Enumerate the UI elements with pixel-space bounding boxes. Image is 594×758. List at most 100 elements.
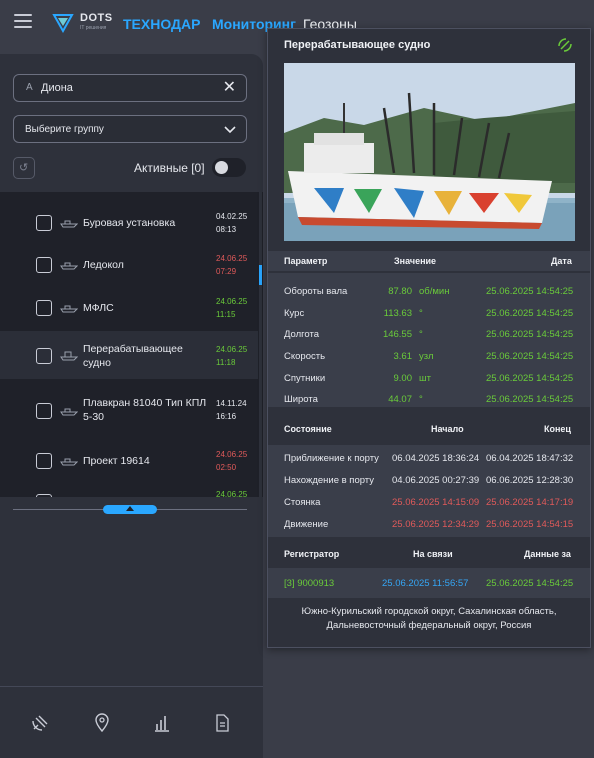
state-name: Движение xyxy=(284,519,329,530)
list-item[interactable]: Плавкран 81040 Тип КПЛ 5-30 14.11.24 16:… xyxy=(0,385,258,435)
param-unit: ° xyxy=(419,329,423,340)
active-toggle[interactable] xyxy=(212,158,246,177)
reg-header-online: На связи xyxy=(413,549,453,559)
state-name: Приближение к порту xyxy=(284,453,379,464)
state-end: 25.06.2025 14:54:15 xyxy=(486,519,574,530)
params-header-date: Дата xyxy=(551,256,572,266)
ship-icon xyxy=(60,408,78,416)
group-select-label: Выберите группу xyxy=(25,124,104,135)
item-date: 14.11.24 xyxy=(216,399,247,408)
param-date: 25.06.2025 14:54:25 xyxy=(486,373,574,384)
close-icon[interactable]: ✕ xyxy=(223,80,236,96)
param-name: Скорость xyxy=(284,351,326,362)
list-scrollbar[interactable] xyxy=(259,192,262,497)
param-name: Спутники xyxy=(284,373,326,384)
ship-icon xyxy=(60,220,78,228)
state-name: Нахождение в порту xyxy=(284,475,375,486)
reg-header-data: Данные за xyxy=(524,549,571,559)
item-checkbox[interactable] xyxy=(36,453,52,469)
bar-chart-icon[interactable] xyxy=(152,713,172,733)
item-name: Плавкран 81040 Тип КПЛ 5-30 xyxy=(83,397,207,423)
param-unit: узл xyxy=(419,351,434,362)
param-name: Курс xyxy=(284,308,305,319)
param-unit: шт xyxy=(419,373,431,384)
chevron-down-icon xyxy=(224,126,236,134)
item-checkbox[interactable] xyxy=(36,257,52,273)
reg-header-registrar: Регистратор xyxy=(284,549,340,559)
chevron-up-icon xyxy=(126,506,134,511)
param-name: Долгота xyxy=(284,329,320,340)
param-value: 87.80 xyxy=(388,286,412,297)
item-name: Проект 19614 xyxy=(83,455,150,467)
logo-icon xyxy=(52,14,74,33)
menu-icon[interactable] xyxy=(14,14,32,30)
item-date: 24.06.25 xyxy=(216,297,248,306)
state-end: 06.06.2025 12:28:30 xyxy=(486,475,574,486)
item-name: Буровая установка xyxy=(83,217,176,229)
item-time: 08:13 xyxy=(216,225,237,234)
item-time: 11:18 xyxy=(216,358,236,367)
group-select[interactable]: Выберите группу xyxy=(13,115,247,143)
item-date: 04.02.25 xyxy=(216,212,248,221)
param-name: Обороты вала xyxy=(284,286,348,297)
param-date: 25.06.2025 14:54:25 xyxy=(486,329,574,340)
state-header-start: Начало xyxy=(431,424,464,434)
param-unit: об/мин xyxy=(419,286,450,297)
state-name: Стоянка xyxy=(284,497,321,508)
param-value: 113.63 xyxy=(383,308,412,319)
state-start: 25.06.2025 12:34:29 xyxy=(392,519,480,530)
list-item[interactable]: Проект 19614 24.06.25 02:50 xyxy=(0,437,258,483)
item-checkbox[interactable] xyxy=(36,300,52,316)
logo-text: DOTS xyxy=(80,12,113,24)
satellite-icon[interactable] xyxy=(30,713,50,733)
item-checkbox[interactable] xyxy=(36,215,52,231)
item-date: 24.06.25 xyxy=(216,490,248,497)
param-date: 25.06.2025 14:54:25 xyxy=(486,286,574,297)
item-name: Перерабатывающее судно xyxy=(83,343,183,369)
sidebar-panel: A Диона ✕ Выберите группу ↺ Активные [0]… xyxy=(0,54,263,758)
object-address: Южно-Курильский городской округ, Сахалин… xyxy=(301,606,557,631)
undo-button[interactable]: ↺ xyxy=(13,157,35,179)
signal-icon xyxy=(558,38,572,52)
params-header-value: Значение xyxy=(394,256,437,266)
search-prefix-icon: A xyxy=(26,82,33,93)
item-time: 02:50 xyxy=(216,463,237,472)
collapse-handle[interactable] xyxy=(103,505,157,514)
item-checkbox[interactable] xyxy=(36,348,52,364)
item-time: 11:15 xyxy=(216,310,236,319)
active-filter-label: Активные [0] xyxy=(134,161,205,175)
item-name: МФЛС xyxy=(83,302,114,314)
ship-icon xyxy=(60,262,78,270)
param-date: 25.06.2025 14:54:25 xyxy=(486,351,574,362)
param-unit: ° xyxy=(419,394,423,405)
param-value: 9.00 xyxy=(393,373,413,384)
registrar-id[interactable]: [3] 9000913 xyxy=(284,578,334,589)
list-item-selected[interactable]: Перерабатывающее судно 24.06.25 11:18 xyxy=(0,331,258,379)
ship-icon xyxy=(60,458,78,466)
vessel-photo xyxy=(284,63,575,241)
state-start: 06.04.2025 18:36:24 xyxy=(392,453,480,464)
object-details-card: Перерабатывающее судно Параметр Значение… xyxy=(267,28,591,648)
state-start: 25.06.2025 14:15:09 xyxy=(392,497,480,508)
list-item[interactable]: МФЛС 24.06.25 11:15 xyxy=(0,285,258,331)
report-icon[interactable] xyxy=(212,713,232,733)
param-value: 44.07 xyxy=(388,394,412,405)
registrar-data: 25.06.2025 14:54:25 xyxy=(486,578,574,589)
item-checkbox[interactable] xyxy=(36,403,52,419)
list-item[interactable]: 24.06.25 xyxy=(0,484,258,497)
search-input[interactable]: A Диона ✕ xyxy=(13,74,247,102)
undo-icon: ↺ xyxy=(19,162,29,174)
item-checkbox[interactable] xyxy=(36,494,52,497)
item-date: 24.06.25 xyxy=(216,254,248,263)
item-time: 07:29 xyxy=(216,267,237,276)
list-item[interactable]: Буровая установка 04.02.25 08:13 xyxy=(0,199,258,245)
list-item[interactable]: Ледокол 24.06.25 07:29 xyxy=(0,242,258,288)
state-end: 25.06.2025 14:17:19 xyxy=(486,497,574,508)
brand-name[interactable]: ТЕХНОДАР xyxy=(123,16,200,32)
param-date: 25.06.2025 14:54:25 xyxy=(486,308,574,319)
param-value: 3.61 xyxy=(393,351,413,362)
search-value: Диона xyxy=(41,82,73,94)
param-name: Широта xyxy=(284,394,318,405)
param-unit: ° xyxy=(419,308,423,319)
location-pin-icon[interactable] xyxy=(92,713,112,733)
